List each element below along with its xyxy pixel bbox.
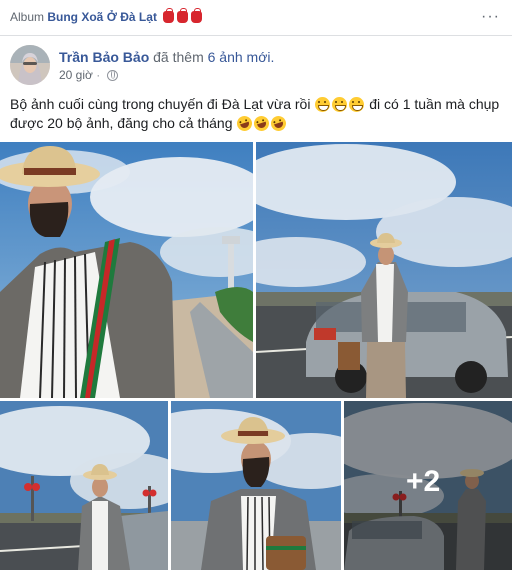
photo-1[interactable]	[0, 142, 253, 398]
new-photos-link[interactable]: 6 ảnh mới.	[208, 49, 275, 65]
album-prefix: Album	[10, 10, 45, 24]
album-title-link[interactable]: Bung Xoã Ở Đà Lạt	[47, 10, 157, 24]
rofl-emoji-icon	[252, 114, 272, 133]
post-timestamp[interactable]: 20 giờ	[59, 68, 93, 82]
post-action-text: đã thêm	[153, 49, 204, 65]
more-options-icon[interactable]: ···	[481, 8, 500, 26]
photo-2[interactable]	[256, 142, 512, 398]
post-meta: 20 giờ ·	[59, 68, 118, 82]
post-text-part1: Bộ ảnh cuối cùng trong chuyến đi Đà Lạt …	[10, 96, 311, 112]
post-header: Trần Bảo Bảo đã thêm 6 ảnh mới.	[59, 49, 274, 65]
red-bag-icon	[191, 8, 203, 23]
grin-emoji-icon	[315, 97, 331, 112]
avatar[interactable]	[10, 45, 50, 85]
red-bag-icon	[163, 8, 175, 23]
album-header-text: Album Bung Xoã Ở Đà Lạt	[10, 8, 203, 24]
photo-5-more[interactable]: +2	[344, 401, 512, 570]
red-bag-icon	[177, 8, 189, 23]
more-photos-count[interactable]: +2	[406, 465, 440, 499]
author-name-link[interactable]: Trần Bảo Bảo	[59, 49, 149, 65]
post-text: Bộ ảnh cuối cùng trong chuyến đi Đà Lạt …	[10, 95, 504, 133]
grin-emoji-icon	[332, 97, 348, 112]
grin-emoji-icon	[349, 97, 365, 112]
photo-4[interactable]	[171, 401, 341, 570]
photo-3[interactable]	[0, 401, 168, 570]
album-header: Album Bung Xoã Ở Đà Lạt ···	[0, 0, 512, 36]
rofl-emoji-icon	[235, 114, 255, 133]
globe-icon[interactable]	[106, 70, 118, 81]
rofl-emoji-icon	[269, 114, 289, 133]
